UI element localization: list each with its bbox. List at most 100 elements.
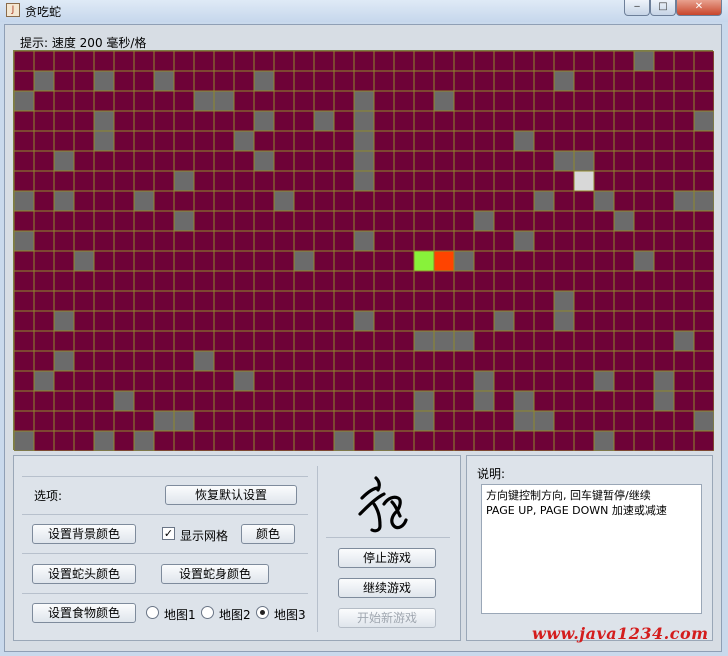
obstacle-cell	[414, 331, 434, 351]
obstacle-cell	[54, 191, 74, 211]
obstacle-cell	[694, 191, 714, 211]
signature-logo-icon	[358, 476, 408, 533]
obstacle-cell	[94, 131, 114, 151]
options-panel: 选项: 恢复默认设置 设置背景颜色 ✓ 显示网格 颜色 设置蛇头颜色 设置蛇身颜…	[13, 455, 461, 641]
obstacle-cell	[354, 151, 374, 171]
divider	[22, 476, 308, 477]
obstacle-cell	[174, 171, 194, 191]
map3-label: 地图3	[274, 608, 306, 622]
obstacle-cell	[34, 371, 54, 391]
board-canvas	[14, 51, 714, 451]
restore-defaults-button[interactable]: 恢复默认设置	[165, 485, 297, 505]
map2-radio[interactable]	[201, 606, 214, 619]
obstacle-cell	[314, 111, 334, 131]
game-board[interactable]	[13, 50, 714, 451]
grid-color-button[interactable]: 颜色	[241, 524, 295, 544]
divider	[22, 593, 308, 594]
set-food-color-button[interactable]: 设置食物颜色	[32, 603, 136, 623]
obstacle-cell	[694, 111, 714, 131]
show-grid-checkbox[interactable]: ✓	[162, 527, 175, 540]
description-panel: 说明: 方向键控制方向, 回车键暂停/继续 PAGE UP, PAGE DOWN…	[466, 455, 713, 641]
divider	[317, 466, 318, 632]
obstacle-cell	[554, 311, 574, 331]
map1-label: 地图1	[164, 608, 196, 622]
snake-body-cell	[414, 251, 434, 271]
obstacle-cell	[634, 51, 654, 71]
obstacle-cell	[54, 351, 74, 371]
stop-game-button[interactable]: 停止游戏	[338, 548, 436, 568]
obstacle-cell	[434, 331, 454, 351]
description-text-area[interactable]: 方向键控制方向, 回车键暂停/继续 PAGE UP, PAGE DOWN 加速或…	[481, 484, 702, 614]
map3-radio[interactable]	[256, 606, 269, 619]
obstacle-cell	[154, 411, 174, 431]
obstacle-cell	[454, 251, 474, 271]
close-icon[interactable]: ✕	[676, 0, 722, 16]
maximize-icon[interactable]: □	[650, 0, 676, 16]
obstacle-cell	[694, 411, 714, 431]
obstacle-cell	[554, 291, 574, 311]
title-bar: J 贪吃蛇 ‒ □ ✕	[0, 0, 728, 22]
obstacle-cell	[74, 251, 94, 271]
obstacle-cell	[274, 191, 294, 211]
obstacle-cell	[174, 211, 194, 231]
obstacle-cell	[634, 251, 654, 271]
description-title: 说明:	[477, 467, 506, 481]
obstacle-cell	[214, 91, 234, 111]
obstacle-cell	[54, 311, 74, 331]
obstacle-cell	[294, 251, 314, 271]
obstacle-cell	[654, 391, 674, 411]
obstacle-cell	[674, 331, 694, 351]
obstacle-cell	[354, 91, 374, 111]
obstacle-cell	[534, 411, 554, 431]
obstacle-cell	[434, 91, 454, 111]
obstacle-cell	[354, 231, 374, 251]
obstacle-cell	[514, 131, 534, 151]
food-cell	[574, 171, 594, 191]
map2-label: 地图2	[219, 608, 251, 622]
obstacle-cell	[514, 411, 534, 431]
obstacle-cell	[94, 431, 114, 451]
obstacle-cell	[354, 131, 374, 151]
obstacle-cell	[334, 431, 354, 451]
obstacle-cell	[134, 431, 154, 451]
set-bg-color-button[interactable]: 设置背景颜色	[32, 524, 136, 544]
new-game-button[interactable]: 开始新游戏	[338, 608, 436, 628]
snake-head-cell	[434, 251, 454, 271]
watermark-text: www.java1234.com	[532, 624, 709, 643]
set-body-color-button[interactable]: 设置蛇身颜色	[161, 564, 269, 584]
obstacle-cell	[254, 71, 274, 91]
obstacle-cell	[194, 91, 214, 111]
obstacle-cell	[474, 211, 494, 231]
divider	[326, 537, 450, 538]
obstacle-cell	[574, 151, 594, 171]
window-title: 贪吃蛇	[25, 5, 62, 19]
obstacle-cell	[454, 331, 474, 351]
obstacle-cell	[594, 431, 614, 451]
obstacle-cell	[354, 311, 374, 331]
obstacle-cell	[14, 231, 34, 251]
continue-game-button[interactable]: 继续游戏	[338, 578, 436, 598]
speed-hint: 提示: 速度 200 毫秒/格	[20, 36, 147, 50]
description-line-2: PAGE UP, PAGE DOWN 加速或减速	[486, 504, 667, 517]
obstacle-cell	[594, 371, 614, 391]
obstacle-cell	[194, 351, 214, 371]
obstacle-cell	[374, 431, 394, 451]
obstacle-cell	[414, 411, 434, 431]
show-grid-label: 显示网格	[180, 529, 229, 543]
obstacle-cell	[534, 191, 554, 211]
obstacle-cell	[514, 391, 534, 411]
map1-radio[interactable]	[146, 606, 159, 619]
obstacle-cell	[114, 391, 134, 411]
obstacle-cell	[14, 191, 34, 211]
obstacle-cell	[154, 71, 174, 91]
java-app-icon: J	[6, 3, 20, 17]
minimize-icon[interactable]: ‒	[624, 0, 650, 16]
obstacle-cell	[94, 71, 114, 91]
obstacle-cell	[354, 111, 374, 131]
obstacle-cell	[234, 371, 254, 391]
obstacle-cell	[174, 411, 194, 431]
obstacle-cell	[414, 391, 434, 411]
set-head-color-button[interactable]: 设置蛇头颜色	[32, 564, 136, 584]
obstacle-cell	[254, 151, 274, 171]
obstacle-cell	[494, 311, 514, 331]
